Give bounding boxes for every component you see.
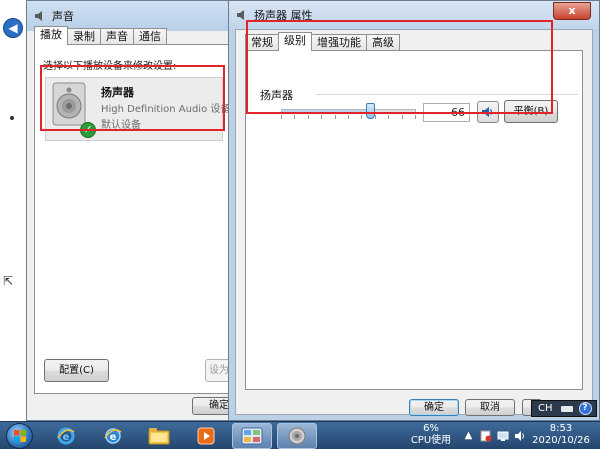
keyboard-icon <box>560 405 573 412</box>
mute-button[interactable] <box>477 101 499 123</box>
sound-window-title: 声音 <box>52 10 74 23</box>
properties-titlebar[interactable]: 扬声器 属性 <box>229 1 599 29</box>
back-arrow-icon[interactable]: ◀ <box>3 18 23 38</box>
sound-ok-button[interactable]: 确定 <box>192 397 232 415</box>
configure-button[interactable]: 配置(C) <box>44 359 109 382</box>
volume-tray-icon[interactable] <box>513 429 526 442</box>
slider-tick <box>348 115 349 119</box>
cpu-label: CPU使用 <box>410 435 452 446</box>
group-divider <box>316 94 578 95</box>
slider-tick <box>321 115 323 119</box>
playback-panel: 选择以下播放设备来修改设置: ✓ 扬声器 High Definition Aud… <box>34 44 230 394</box>
default-check-icon: ✓ <box>80 122 96 138</box>
mouse-cursor-icon: ⇱ <box>3 274 14 288</box>
tab-levels[interactable]: 级别 <box>278 32 312 51</box>
tab-playback[interactable]: 播放 <box>34 26 68 45</box>
media-player-icon[interactable] <box>194 424 218 448</box>
volume-slider-track[interactable] <box>281 109 416 113</box>
desktop-left-strip: ◀ ⇱ <box>0 0 26 421</box>
properties-tabs: 常规 级别 增强功能 高级 <box>245 32 400 51</box>
close-button[interactable]: x <box>553 2 591 20</box>
ime-language-bar[interactable]: CH ? <box>531 400 597 417</box>
playback-device-item[interactable]: ✓ 扬声器 High Definition Audio 设备 默认设备 <box>45 77 230 141</box>
slider-tick <box>281 115 282 119</box>
properties-body: 常规 级别 增强功能 高级 扬声器 66 平衡(B) 确定 取消 <box>235 29 593 416</box>
tab-advanced[interactable]: 高级 <box>366 34 400 51</box>
start-button[interactable] <box>6 423 33 449</box>
cpu-usage-meter[interactable]: 6% CPU使用 <box>408 422 454 449</box>
control-panel-taskbar-icon[interactable] <box>232 423 272 449</box>
playback-instruction: 选择以下播放设备来修改设置: <box>43 61 177 72</box>
clock-date: 2020/10/26 <box>532 435 590 446</box>
slider-tick <box>294 115 296 119</box>
tab-enhancements[interactable]: 增强功能 <box>311 34 367 51</box>
cpu-percent: 6% <box>423 423 439 434</box>
volume-slider-fill <box>282 110 370 112</box>
ie-icon[interactable]: e <box>54 424 78 448</box>
device-name: 扬声器 <box>101 86 134 99</box>
network-icon[interactable] <box>496 429 509 442</box>
properties-title: 扬声器 属性 <box>254 9 313 22</box>
properties-cancel-button[interactable]: 取消 <box>465 399 515 416</box>
file-explorer-icon[interactable] <box>147 424 171 448</box>
speaker-volume-icon <box>482 107 493 117</box>
desktop-dot <box>10 116 14 120</box>
slider-tick <box>374 115 376 119</box>
speaker-level-label: 扬声器 <box>260 89 293 102</box>
taskbar-clock[interactable]: 8:53 2020/10/26 <box>532 422 590 449</box>
device-status: 默认设备 <box>101 120 141 131</box>
taskbar: e e 6% CPU使用 ▲ 8:53 2020/10/26 <box>0 421 600 449</box>
ime-language-label: CH <box>538 403 553 414</box>
properties-ok-button[interactable]: 确定 <box>409 399 459 416</box>
ie-browser-icon[interactable]: e <box>101 424 125 448</box>
svg-text:e: e <box>63 432 70 443</box>
tab-communications[interactable]: 通信 <box>133 28 167 45</box>
speaker-small-icon <box>235 8 249 22</box>
help-icon[interactable]: ? <box>578 402 592 415</box>
speaker-taskbar-icon[interactable] <box>277 423 317 449</box>
volume-slider-thumb[interactable] <box>365 103 375 119</box>
slider-tick <box>334 115 336 119</box>
tray-expand-icon[interactable]: ▲ <box>462 429 475 442</box>
clock-time: 8:53 <box>549 423 573 434</box>
speaker-device-icon <box>52 82 86 126</box>
slider-tick <box>401 115 403 119</box>
tab-general[interactable]: 常规 <box>245 34 279 51</box>
slider-tick <box>388 115 390 119</box>
slider-tick <box>307 115 309 119</box>
tab-sounds[interactable]: 声音 <box>100 28 134 45</box>
speaker-properties-window: 扬声器 属性 x 常规 级别 增强功能 高级 扬声器 66 平衡(B) 确定 取… <box>228 0 600 421</box>
tab-recording[interactable]: 录制 <box>67 28 101 45</box>
action-center-icon[interactable] <box>479 429 492 442</box>
balance-button[interactable]: 平衡(B) <box>504 100 558 123</box>
volume-level-field[interactable]: 66 <box>423 103 470 122</box>
volume-slider-ticks <box>281 115 416 121</box>
levels-panel: 扬声器 66 平衡(B) <box>245 50 583 390</box>
windows-logo-icon <box>13 430 26 442</box>
svg-text:e: e <box>110 432 117 443</box>
sound-tabs: 播放 录制 声音 通信 <box>34 26 167 45</box>
device-description: High Definition Audio 设备 <box>101 104 231 115</box>
slider-tick <box>415 115 416 119</box>
sound-window: 声音 播放 录制 声音 通信 选择以下播放设备来修改设置: ✓ 扬声器 High… <box>26 0 234 421</box>
slider-tick <box>361 115 363 119</box>
speaker-small-icon <box>33 9 47 23</box>
